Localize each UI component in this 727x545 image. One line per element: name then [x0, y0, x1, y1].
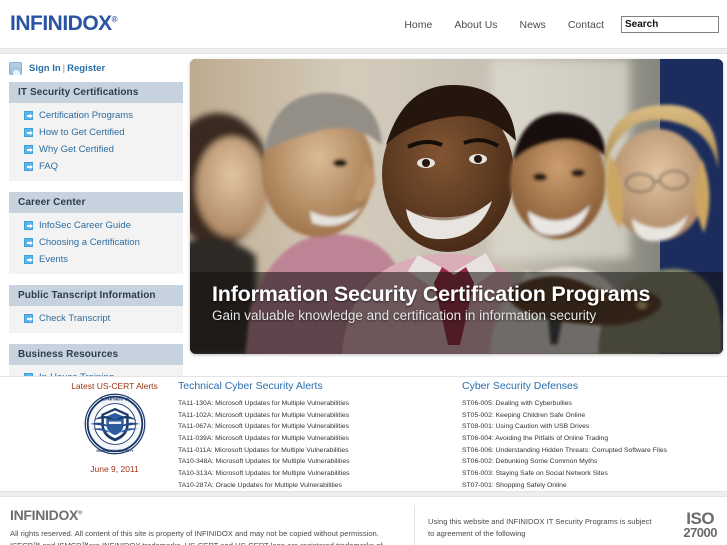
us-cert-date: June 9, 2011: [90, 464, 139, 474]
sidebar-panel-public-transcript-information: Public Tanscript Information Check Trans…: [9, 285, 183, 333]
arrow-right-icon: [24, 128, 33, 137]
nav-item-about-us[interactable]: About Us: [443, 19, 508, 31]
footer-registered-mark-icon: ®: [78, 510, 83, 517]
alert-item[interactable]: TA11-039A: Microsoft Updates for Multipl…: [178, 433, 448, 445]
panel-items: Check Transcript: [9, 306, 183, 333]
account-row: Sign In | Register: [0, 54, 183, 82]
alert-item[interactable]: TA11-130A: Microsoft Updates for Multipl…: [178, 398, 448, 410]
footer-content: INFINIDOX® All rights reserved. All cont…: [0, 497, 727, 545]
site-logo[interactable]: INFINIDOX®: [10, 12, 118, 36]
main-content: Sign In | Register IT Security Certificati…: [0, 54, 727, 392]
search-input[interactable]: [621, 16, 719, 33]
us-cert-badge: Latest US-CERT Alerts DEPARTMENT OF HOME…: [52, 381, 177, 474]
arrow-right-icon: [24, 221, 33, 230]
panel-title: IT Security Certifications: [9, 82, 183, 103]
technical-alerts-title: Technical Cyber Security Alerts: [178, 380, 323, 392]
alert-item[interactable]: TA10-313A: Microsoft Updates for Multipl…: [178, 468, 448, 480]
sidebar-item-label: Certification Programs: [39, 110, 133, 121]
technical-alerts-column: Technical Cyber Security Alerts TA11-130…: [178, 380, 448, 492]
nav-item-home[interactable]: Home: [393, 19, 443, 31]
registered-mark-icon: ®: [111, 15, 118, 24]
svg-text:DEPARTMENT OF: DEPARTMENT OF: [100, 397, 128, 401]
sidebar-item-label: InfoSec Career Guide: [39, 220, 131, 231]
defense-item[interactable]: ST05-002: Keeping Children Safe Online: [462, 410, 724, 422]
site-footer: INFINIDOX® All rights reserved. All cont…: [0, 491, 727, 545]
sidebar-item-certification-programs[interactable]: Certification Programs: [9, 107, 183, 124]
panel-title: Public Tanscript Information: [9, 285, 183, 306]
sidebar: Sign In | Register IT Security Certificati…: [0, 54, 183, 403]
footer-column-divider: [414, 505, 415, 545]
panel-items: InfoSec Career Guide Choosing a Certific…: [9, 213, 183, 274]
alert-item[interactable]: TA11-011A: Microsoft Updates for Multipl…: [178, 445, 448, 457]
sidebar-panel-it-security-certifications: IT Security Certifications Certification…: [9, 82, 183, 181]
sidebar-item-check-transcript[interactable]: Check Transcript: [9, 310, 183, 327]
panel-title: Career Center: [9, 192, 183, 213]
arrow-right-icon: [24, 255, 33, 264]
sidebar-item-label: How to Get Certified: [39, 127, 125, 138]
alerts-section: Latest US-CERT Alerts DEPARTMENT OF HOME…: [0, 376, 727, 491]
arrow-right-icon: [24, 162, 33, 171]
cyber-defenses-column: Cyber Security Defenses ST06-005: Dealin…: [462, 380, 724, 492]
iso-27000-badge: ISO 27000: [683, 510, 717, 540]
register-link[interactable]: Register: [67, 63, 105, 74]
sidebar-panel-career-center: Career Center InfoSec Career Guide Choos…: [9, 192, 183, 274]
hero-caption: Information Security Certification Progr…: [190, 272, 723, 354]
defense-item[interactable]: ST06-006: Understanding Hidden Threats: …: [462, 445, 724, 457]
footer-terms-text: Using this website and INFINIDOX IT Secu…: [428, 517, 652, 538]
alert-item[interactable]: TA11-067A: Microsoft Updates for Multipl…: [178, 421, 448, 433]
sidebar-item-label: FAQ: [39, 161, 59, 172]
page-root: INFINIDOX® Home About Us News Contact Si…: [0, 0, 727, 545]
us-cert-title: Latest US-CERT Alerts: [71, 381, 158, 391]
nav-item-news[interactable]: News: [509, 19, 557, 31]
sidebar-item-label: Choosing a Certification: [39, 237, 140, 248]
sidebar-item-label: Check Transcript: [39, 313, 111, 324]
sidebar-item-how-to-get-certified[interactable]: How to Get Certified: [9, 124, 183, 141]
site-header: INFINIDOX® Home About Us News Contact: [0, 0, 727, 48]
defense-item[interactable]: ST06-002: Debunking Some Common Myths: [462, 456, 724, 468]
defense-item[interactable]: ST06-005: Dealing with Cyberbullies: [462, 398, 724, 410]
defense-item[interactable]: ST06-003: Staying Safe on Social Network…: [462, 468, 724, 480]
footer-logo-text: INFINIDOX: [10, 507, 79, 523]
panel-title: Business Resources: [9, 344, 183, 365]
panel-items: Certification Programs How to Get Certif…: [9, 103, 183, 181]
sidebar-item-label: Events: [39, 254, 69, 265]
hero-subtitle: Gain valuable knowledge and certificatio…: [212, 308, 597, 324]
alert-item[interactable]: TA10-348A: Microsoft Updates for Multipl…: [178, 456, 448, 468]
sidebar-item-why-get-certified[interactable]: Why Get Certified: [9, 141, 183, 158]
user-icon: [9, 61, 22, 75]
defense-item[interactable]: ST06-004: Avoiding the Pitfalls of Onlin…: [462, 433, 724, 445]
sign-in-link[interactable]: Sign In: [29, 63, 61, 74]
sidebar-item-events[interactable]: Events: [9, 251, 183, 268]
nav-item-contact[interactable]: Contact: [557, 19, 615, 31]
hero-banner[interactable]: Information Security Certification Progr…: [190, 59, 723, 354]
top-navigation: Home About Us News Contact: [393, 16, 719, 33]
defense-item[interactable]: ST08-001: Using Caution with USB Drives: [462, 421, 724, 433]
cyber-defenses-title: Cyber Security Defenses: [462, 380, 579, 392]
site-logo-text: INFINIDOX: [10, 12, 112, 35]
account-links: Sign In | Register: [29, 63, 105, 74]
iso-line-2: 27000: [683, 524, 717, 540]
alert-item[interactable]: TA10-287A: Oracle Updates for Multiple V…: [178, 480, 448, 492]
sidebar-item-infosec-career-guide[interactable]: InfoSec Career Guide: [9, 217, 183, 234]
dhs-seal-icon: DEPARTMENT OF HOMELAND SECURITY: [84, 393, 145, 455]
sidebar-item-faq[interactable]: FAQ: [9, 158, 183, 175]
defense-item[interactable]: ST07-001: Shopping Safely Online: [462, 480, 724, 492]
arrow-right-icon: [24, 238, 33, 247]
arrow-right-icon: [24, 145, 33, 154]
arrow-right-icon: [24, 314, 33, 323]
hero-title: Information Security Certification Progr…: [212, 282, 651, 306]
alert-item[interactable]: TA11-102A: Microsoft Updates for Multipl…: [178, 410, 448, 422]
arrow-right-icon: [24, 111, 33, 120]
sidebar-item-choosing-a-certification[interactable]: Choosing a Certification: [9, 234, 183, 251]
svg-text:HOMELAND SECURITY: HOMELAND SECURITY: [96, 449, 134, 453]
footer-legal-text: All rights reserved. All content of this…: [10, 529, 383, 545]
sidebar-item-label: Why Get Certified: [39, 144, 114, 155]
